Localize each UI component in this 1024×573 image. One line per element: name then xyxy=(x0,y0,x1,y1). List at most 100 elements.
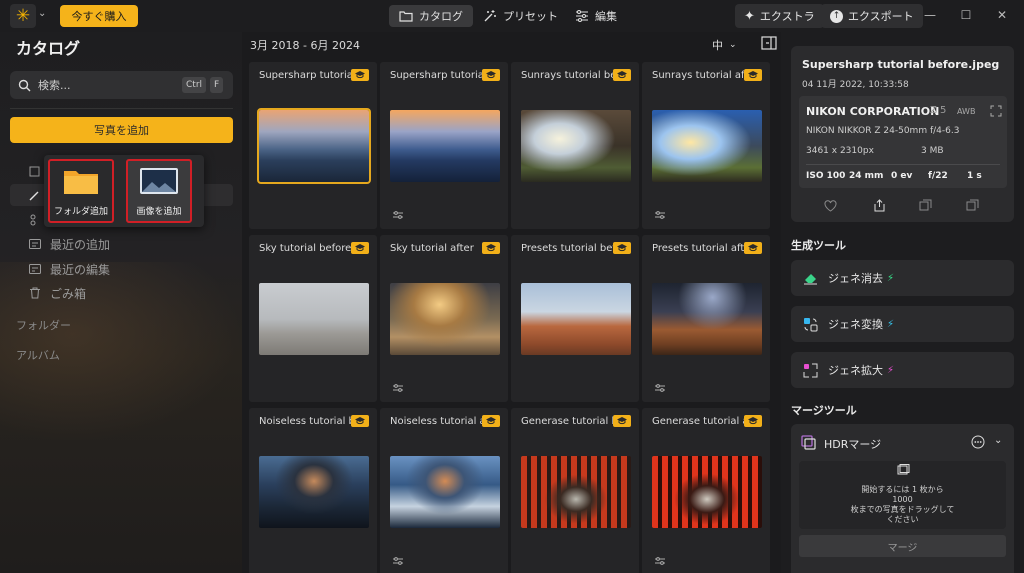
sidebar-item-presets[interactable] xyxy=(28,186,42,204)
grid-item[interactable]: Sky tutorial after xyxy=(380,235,508,402)
recent-add-icon xyxy=(29,239,41,249)
heart-icon[interactable] xyxy=(824,200,837,212)
grid-item[interactable]: Sunrays tutorial after.jpeg xyxy=(642,62,770,229)
panel-toggle-icon[interactable] xyxy=(761,36,777,50)
bolt-icon: ⚡ xyxy=(887,364,895,376)
photo-thumbnail[interactable] xyxy=(259,456,369,528)
grid-item-title: Generase tutorial after.jpeg xyxy=(652,416,744,427)
photo-thumbnail[interactable] xyxy=(390,110,500,182)
tab-presets[interactable]: プリセット xyxy=(473,5,568,27)
export-button[interactable]: ↑ エクスポート xyxy=(821,4,923,28)
sidebar-item-all-photos[interactable] xyxy=(28,162,42,180)
buy-now-button[interactable]: 今すぐ購入 xyxy=(60,5,138,27)
expand-frame-icon[interactable] xyxy=(990,105,1002,117)
gen-expand-button[interactable]: ジェネ拡大 ⚡ xyxy=(791,352,1014,388)
grid-item[interactable]: Presets tutorial before.jpeg xyxy=(511,235,639,402)
camera-brand: NIKON CORPORATION xyxy=(806,105,940,118)
lens-name: NIKON NIKKOR Z 24-50mm f/4-6.3 xyxy=(806,126,960,136)
add-folder-option[interactable]: フォルダ追加 xyxy=(48,159,114,223)
info-datetime: 04 11月 2022, 10:33:58 xyxy=(802,80,909,90)
gen-replace-button[interactable]: ジェネ変換 ⚡ xyxy=(791,306,1014,342)
sidebar-item-label: 最近の編集 xyxy=(50,262,111,277)
extras-label: エクストラ xyxy=(759,10,815,23)
shortcut-ctrl: Ctrl xyxy=(182,77,207,93)
photo-thumbnail[interactable] xyxy=(259,283,369,355)
photo-thumbnail[interactable] xyxy=(390,456,500,528)
photo-thumbnail[interactable] xyxy=(521,283,631,355)
grid-item[interactable]: Noiseless tutorial before.jpeg xyxy=(249,408,377,573)
grid-item[interactable]: Supersharp tutorial before.jpeg xyxy=(249,62,377,229)
grid-item[interactable]: Sunrays tutorial before.jpeg xyxy=(511,62,639,229)
photo-thumbnail[interactable] xyxy=(652,283,762,355)
minimize-icon[interactable]: — xyxy=(923,8,937,22)
sidebar-item-trash[interactable]: ごみ箱 xyxy=(28,284,86,302)
gen-erase-button[interactable]: ジェネ消去 ⚡ xyxy=(791,260,1014,296)
tab-label: プリセット xyxy=(503,10,558,23)
photo-thumbnail[interactable] xyxy=(521,456,631,528)
export-label: エクスポート xyxy=(848,10,914,23)
photo-thumbnail[interactable] xyxy=(521,110,631,182)
grid-item[interactable]: Generase tutorial before.jpeg xyxy=(511,408,639,573)
add-folder-label: フォルダ追加 xyxy=(53,207,108,217)
folders-section-label[interactable]: フォルダー xyxy=(16,317,71,333)
copy-icon[interactable] xyxy=(919,199,932,212)
add-photos-button[interactable]: 写真を追加 xyxy=(10,117,233,143)
tab-label: カタログ xyxy=(419,10,463,23)
tutorial-badge-icon xyxy=(613,415,631,427)
extras-button[interactable]: ✦ エクストラ xyxy=(735,4,824,28)
people-icon xyxy=(30,214,36,226)
add-image-option[interactable]: 画像を追加 xyxy=(126,159,192,223)
grid-item[interactable]: Generase tutorial after.jpeg xyxy=(642,408,770,573)
photo-thumbnail[interactable] xyxy=(652,456,762,528)
sidebar-item-recently-edited[interactable]: 最近の編集 xyxy=(28,260,110,278)
shortcut-f: F xyxy=(210,77,224,93)
chevron-down-icon[interactable]: ⌄ xyxy=(994,435,1002,446)
folder-icon xyxy=(64,171,98,194)
file-size: 3 MB xyxy=(921,146,944,156)
grid-item-title: Sunrays tutorial before.jpeg xyxy=(521,70,613,81)
close-icon[interactable]: ✕ xyxy=(995,8,1009,22)
edited-adjust-icon xyxy=(655,557,665,565)
tab-edit[interactable]: 編集 xyxy=(565,5,627,27)
edited-adjust-icon xyxy=(393,211,403,219)
white-balance: AWB xyxy=(957,107,976,116)
photo-thumbnail[interactable] xyxy=(390,283,500,355)
grid-item-title: Generase tutorial before.jpeg xyxy=(521,416,613,427)
maximize-icon[interactable]: ☐ xyxy=(959,8,973,22)
photo-grid: Supersharp tutorial before.jpeg Supershar… xyxy=(249,62,773,573)
search-box[interactable]: Ctrl F xyxy=(10,71,233,99)
recent-edit-icon xyxy=(29,264,41,274)
info-filename: Supersharp tutorial before.jpeg xyxy=(802,58,1000,71)
grid-item-title: Noiseless tutorial before.jpeg xyxy=(259,416,351,427)
grid-item[interactable]: Noiseless tutorial after.jpeg xyxy=(380,408,508,573)
merge-button[interactable]: マージ xyxy=(799,535,1006,557)
grid-item[interactable]: Supersharp tutorial after.jpeg xyxy=(380,62,508,229)
drop-text-line: 1000 xyxy=(892,495,913,504)
photo-thumbnail[interactable] xyxy=(652,110,762,182)
sidebar-item-people[interactable] xyxy=(28,211,42,229)
magic-wand-icon xyxy=(484,10,496,22)
tab-catalog[interactable]: カタログ xyxy=(389,5,473,27)
more-icon[interactable] xyxy=(971,435,985,449)
edited-adjust-icon xyxy=(655,384,665,392)
tutorial-badge-icon xyxy=(482,69,500,81)
duplicate-icon[interactable] xyxy=(966,199,979,212)
hdr-drop-zone[interactable]: 開始するには 1 枚から 1000 枚までの写真をドラッグして ください xyxy=(799,461,1006,529)
resolution: 3461 x 2310px xyxy=(806,146,874,156)
photo-thumbnail[interactable] xyxy=(257,108,371,184)
date-range: 3月 2018 - 6月 2024 xyxy=(250,39,360,52)
grid-item[interactable]: Presets tutorial after.jpeg xyxy=(642,235,770,402)
trash-icon xyxy=(30,287,40,299)
chevron-down-icon[interactable]: ⌄ xyxy=(38,8,46,19)
sun-logo-icon[interactable]: ✳ xyxy=(10,4,36,28)
thumbnail-size-select[interactable]: 中 ⌄ xyxy=(712,37,737,53)
top-bar: ✳ ⌄ 今すぐ購入 カタログ プリセット 編集 ✦ エクストラ ↑ エクスポート… xyxy=(0,0,1024,32)
grid-item[interactable]: Sky tutorial before xyxy=(249,235,377,402)
shutter-speed: 1 s xyxy=(967,171,982,181)
search-input[interactable] xyxy=(38,78,168,92)
folder-icon xyxy=(399,11,413,22)
sidebar-item-recently-added[interactable]: 最近の追加 xyxy=(28,235,110,253)
albums-section-label[interactable]: アルバム xyxy=(16,347,60,363)
share-icon[interactable] xyxy=(873,199,886,212)
drop-text-line: 枚までの写真をドラッグして xyxy=(850,505,955,514)
